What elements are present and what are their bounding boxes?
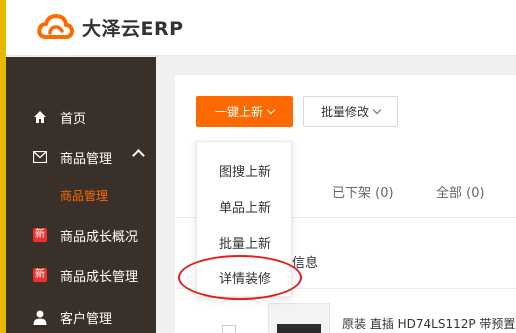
chevron-down-icon [372, 105, 382, 115]
highlight-annotation-circle [178, 255, 302, 300]
top-header: 大泽云ERP [6, 0, 516, 56]
row-checkbox[interactable] [222, 325, 236, 333]
sidebar-item-label: 客户管理 [60, 311, 113, 327]
new-badge-icon: 新 [32, 227, 48, 243]
new-badge: 新 [33, 228, 47, 242]
menu-item-batch-publish[interactable]: 批量上新 [197, 227, 293, 257]
batch-edit-button[interactable]: 批量修改 [303, 96, 398, 127]
cloud-logo-icon [37, 14, 74, 39]
sidebar-item-label: 商品成长概况 [60, 229, 139, 245]
sidebar-item-product-growth-overview[interactable]: 新 商品成长概况 [6, 220, 156, 250]
user-icon [32, 309, 48, 325]
menu-item-image-search-publish[interactable]: 图搜上新 [197, 155, 293, 185]
button-label: 批量修改 [320, 105, 369, 119]
new-badge: 新 [33, 268, 47, 282]
sidebar-item-home[interactable]: 首页 [6, 102, 156, 132]
sidebar-item-label: 商品管理 [60, 151, 113, 167]
chip-image [277, 324, 321, 333]
sidebar-item-label: 商品管理 [60, 188, 109, 203]
sidebar: 首页 商品管理 商品管理 新 商品成长概况 新 商品成长管理 客户管理 [6, 57, 156, 333]
sidebar-item-label: 首页 [60, 111, 87, 127]
sidebar-item-product-growth-management[interactable]: 新 商品成长管理 [6, 260, 156, 290]
sidebar-item-product-management[interactable]: 商品管理 [6, 142, 156, 172]
brand-logo[interactable]: 大泽云ERP [36, 10, 184, 44]
sidebar-item-customer-management[interactable]: 客户管理 [6, 302, 156, 332]
button-label: 一键上新 [214, 105, 263, 119]
sidebar-subitem-product-management[interactable]: 商品管理 [6, 180, 156, 210]
product-title-link[interactable]: 原装 直插 HD74LS112P 带预置清 [342, 315, 516, 332]
new-badge-icon: 新 [32, 267, 48, 283]
tab-delisted[interactable]: 已下架 (0) [332, 182, 394, 201]
one-click-publish-button[interactable]: 一键上新 [196, 96, 293, 127]
menu-item-single-publish[interactable]: 单品上新 [197, 191, 293, 221]
product-thumbnail[interactable] [268, 303, 330, 333]
sidebar-item-label: 商品成长管理 [60, 269, 139, 285]
home-icon [32, 109, 48, 125]
tab-all[interactable]: 全部 (0) [436, 182, 485, 201]
mail-icon [32, 149, 48, 165]
chevron-up-icon[interactable] [132, 149, 145, 162]
brand-name: 大泽云ERP [82, 17, 184, 40]
chevron-down-icon [266, 105, 276, 115]
